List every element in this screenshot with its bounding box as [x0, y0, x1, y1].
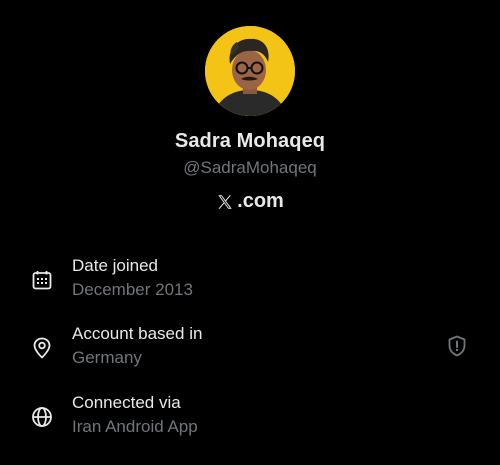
- user-handle: @SadraMohaqeq: [183, 158, 317, 177]
- account-based-in-value: Germany: [72, 348, 142, 367]
- connected-via-value: Iran Android App: [72, 417, 198, 436]
- connected-via-row: Connected via Iran Android App: [0, 393, 500, 453]
- globe-icon: [32, 407, 52, 427]
- date-joined-row: Date joined December 2013: [0, 256, 500, 316]
- site-domain: .com: [237, 190, 284, 212]
- profile-avatar[interactable]: [205, 26, 295, 116]
- date-joined-value: December 2013: [72, 280, 193, 299]
- account-based-in-row: Account based in Germany: [0, 324, 500, 384]
- x-logo-icon: [218, 194, 232, 209]
- connected-via-label: Connected via: [72, 393, 181, 412]
- account-based-in-label: Account based in: [72, 324, 203, 343]
- date-joined-label: Date joined: [72, 256, 159, 275]
- avatar-photo: [205, 26, 295, 116]
- calendar-icon: [32, 271, 52, 290]
- site-link[interactable]: .com: [0, 190, 500, 213]
- location-pin-icon: [33, 337, 51, 359]
- display-name: Sadra Mohaqeq: [174, 130, 326, 152]
- shield-alert-icon[interactable]: [445, 334, 469, 358]
